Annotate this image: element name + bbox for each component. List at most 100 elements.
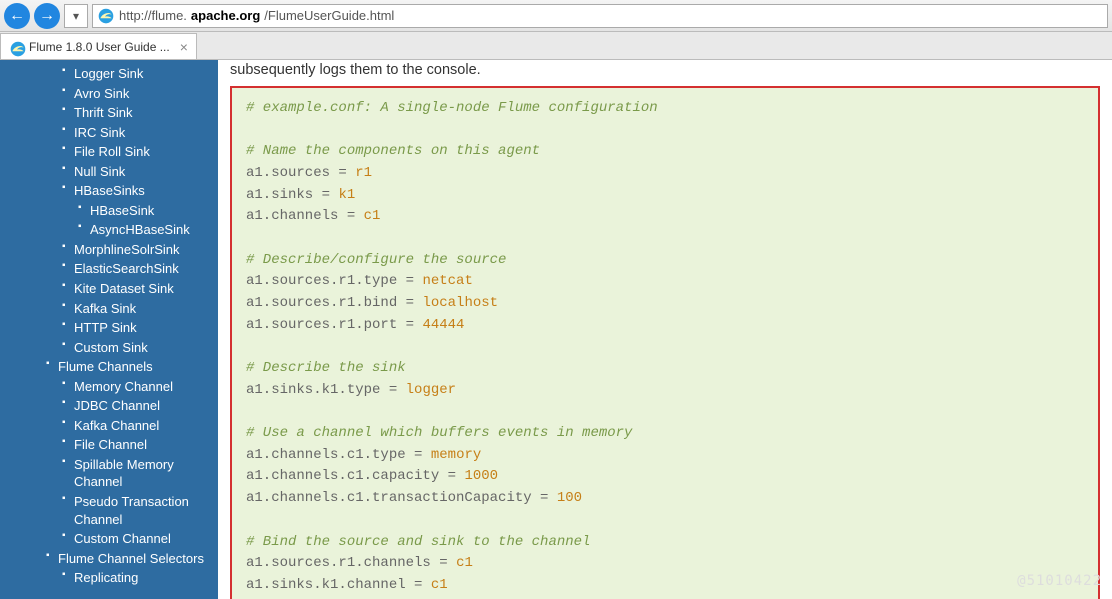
tab-flume-guide[interactable]: Flume 1.8.0 User Guide ... ×: [0, 33, 197, 59]
code-key: a1.sources.r1.bind: [246, 295, 397, 311]
sidebar-item: Kafka Channel: [56, 416, 218, 436]
sidebar-link[interactable]: File Channel: [74, 435, 218, 455]
code-op: =: [338, 208, 363, 224]
code-key: a1.sources.r1.port: [246, 317, 397, 333]
page: Logger SinkAvro SinkThrift SinkIRC SinkF…: [0, 60, 1112, 599]
code-comment: # Describe/configure the source: [246, 252, 506, 268]
code-op: =: [431, 555, 456, 571]
sidebar-link[interactable]: HBaseSinks: [74, 181, 218, 201]
code-val: memory: [431, 447, 481, 463]
sidebar-link[interactable]: File Roll Sink: [74, 142, 218, 162]
ie-icon: [9, 40, 23, 54]
code-comment: # Describe the sink: [246, 360, 406, 376]
sidebar-item: AsyncHBaseSink: [72, 220, 218, 240]
ie-icon: [97, 7, 115, 25]
tab-strip: Flume 1.8.0 User Guide ... ×: [0, 32, 1112, 60]
sidebar-link[interactable]: Custom Channel: [74, 529, 218, 549]
code-op: =: [397, 273, 422, 289]
sidebar-item: IRC Sink: [56, 123, 218, 143]
sidebar-link[interactable]: Pseudo Transaction Channel: [74, 492, 218, 529]
sidebar-item: JDBC Channel: [56, 396, 218, 416]
chevron-down-icon: ▾: [73, 9, 79, 23]
sidebar-item: Kite Dataset Sink: [56, 279, 218, 299]
sidebar-link[interactable]: Logger Sink: [74, 64, 218, 84]
sidebar-link[interactable]: Kafka Sink: [74, 299, 218, 319]
code-example: # example.conf: A single-node Flume conf…: [230, 86, 1100, 599]
code-comment: # example.conf: A single-node Flume conf…: [246, 100, 658, 116]
sidebar-link[interactable]: Flume Channel Selectors: [58, 549, 218, 569]
code-key: a1.channels.c1.transactionCapacity: [246, 490, 532, 506]
sidebar-link[interactable]: Memory Channel: [74, 377, 218, 397]
back-icon: ←: [9, 7, 25, 25]
sidebar-item: Custom Sink: [56, 338, 218, 358]
sidebar-link[interactable]: Kafka Channel: [74, 416, 218, 436]
code-op: =: [313, 187, 338, 203]
sidebar-item: Kafka Sink: [56, 299, 218, 319]
sidebar-item: HTTP Sink: [56, 318, 218, 338]
sidebar-item: Logger Sink: [56, 64, 218, 84]
code-val: netcat: [422, 273, 472, 289]
sidebar-item: Null Sink: [56, 162, 218, 182]
code-op: =: [439, 468, 464, 484]
code-key: a1.sources.r1.type: [246, 273, 397, 289]
sidebar-link[interactable]: AsyncHBaseSink: [90, 220, 218, 240]
code-val: c1: [364, 208, 381, 224]
code-val: r1: [355, 165, 372, 181]
sidebar-item: File Roll Sink: [56, 142, 218, 162]
sidebar-item: ElasticSearchSink: [56, 259, 218, 279]
sidebar-item: Custom Channel: [56, 529, 218, 549]
sidebar-link[interactable]: MorphlineSolrSink: [74, 240, 218, 260]
url-host: apache.org: [191, 8, 260, 23]
close-icon[interactable]: ×: [180, 39, 188, 55]
code-val: 100: [557, 490, 582, 506]
sidebar-item: Thrift Sink: [56, 103, 218, 123]
browser-nav-bar: ← → ▾ http://flume. apache.org/FlumeUserG…: [0, 0, 1112, 32]
code-comment: # Use a channel which buffers events in …: [246, 425, 632, 441]
sidebar-item: HBaseSinks: [56, 181, 218, 201]
sidebar-item: Avro Sink: [56, 84, 218, 104]
address-bar[interactable]: http://flume. apache.org/FlumeUserGuide.h…: [92, 4, 1108, 28]
code-op: =: [406, 447, 431, 463]
code-key: a1.sources: [246, 165, 330, 181]
sidebar-link[interactable]: IRC Sink: [74, 123, 218, 143]
sidebar-link[interactable]: HBaseSink: [90, 201, 218, 221]
sidebar-link[interactable]: Spillable Memory Channel: [74, 455, 218, 492]
sidebar-link[interactable]: HTTP Sink: [74, 318, 218, 338]
code-val: c1: [456, 555, 473, 571]
intro-text: subsequently logs them to the console.: [230, 60, 1100, 82]
sidebar-link[interactable]: Avro Sink: [74, 84, 218, 104]
code-comment: # Name the components on this agent: [246, 143, 540, 159]
back-button[interactable]: ←: [4, 3, 30, 29]
sidebar-item: HBaseSink: [72, 201, 218, 221]
sidebar-item: File Channel: [56, 435, 218, 455]
url-pre: http://flume.: [119, 8, 187, 23]
code-key: a1.sinks: [246, 187, 313, 203]
code-op: =: [532, 490, 557, 506]
sidebar-link[interactable]: Thrift Sink: [74, 103, 218, 123]
url-path: /FlumeUserGuide.html: [264, 8, 394, 23]
sidebar-link[interactable]: Flume Channels: [58, 357, 218, 377]
sidebar-item: Replicating: [56, 568, 218, 588]
tab-title: Flume 1.8.0 User Guide ...: [29, 40, 170, 54]
code-val: c1: [431, 577, 448, 593]
sidebar-link[interactable]: ElasticSearchSink: [74, 259, 218, 279]
code-key: a1.channels.c1.type: [246, 447, 406, 463]
sidebar-item: Memory Channel: [56, 377, 218, 397]
code-op: =: [397, 295, 422, 311]
forward-button[interactable]: →: [34, 3, 60, 29]
sidebar-link[interactable]: Custom Sink: [74, 338, 218, 358]
sidebar-nav: Logger SinkAvro SinkThrift SinkIRC SinkF…: [0, 60, 218, 599]
code-comment: # Bind the source and sink to the channe…: [246, 534, 590, 550]
code-val: logger: [406, 382, 456, 398]
watermark: @51010422: [1017, 573, 1102, 589]
main-content: subsequently logs them to the console. #…: [218, 60, 1112, 599]
sidebar-link[interactable]: Null Sink: [74, 162, 218, 182]
sidebar-item: Spillable Memory Channel: [56, 455, 218, 492]
sidebar-link[interactable]: JDBC Channel: [74, 396, 218, 416]
sidebar-link[interactable]: Replicating: [74, 568, 218, 588]
code-key: a1.channels: [246, 208, 338, 224]
sidebar-link[interactable]: Kite Dataset Sink: [74, 279, 218, 299]
code-val: localhost: [422, 295, 498, 311]
tab-dropdown-button[interactable]: ▾: [64, 4, 88, 28]
sidebar-item: Pseudo Transaction Channel: [56, 492, 218, 529]
